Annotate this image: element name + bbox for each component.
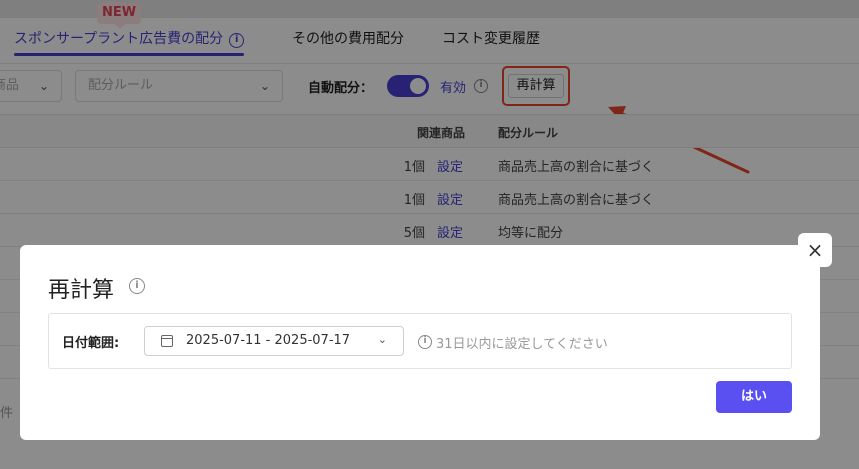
date-range-label: 日付範囲: [62, 336, 120, 351]
info-icon: i [418, 335, 432, 349]
date-range-value: 2025-07-11 - 2025-07-17 [186, 333, 351, 348]
calendar-icon [161, 335, 173, 347]
date-range-hint: 31日以内に設定してください [436, 337, 608, 352]
ok-button[interactable]: はい [716, 381, 792, 413]
recalc-modal: 再計算 i 日付範囲: 2025-07-11 - 2025-07-17 ⌄ i … [20, 245, 820, 440]
date-range-picker[interactable]: 2025-07-11 - 2025-07-17 ⌄ [144, 326, 404, 356]
date-range-section: 日付範囲: 2025-07-11 - 2025-07-17 ⌄ i 31日以内に… [48, 313, 792, 369]
chevron-down-icon: ⌄ [377, 333, 387, 346]
info-icon[interactable]: i [129, 278, 145, 294]
modal-title: 再計算 [48, 278, 115, 303]
close-icon[interactable]: × [798, 233, 832, 267]
